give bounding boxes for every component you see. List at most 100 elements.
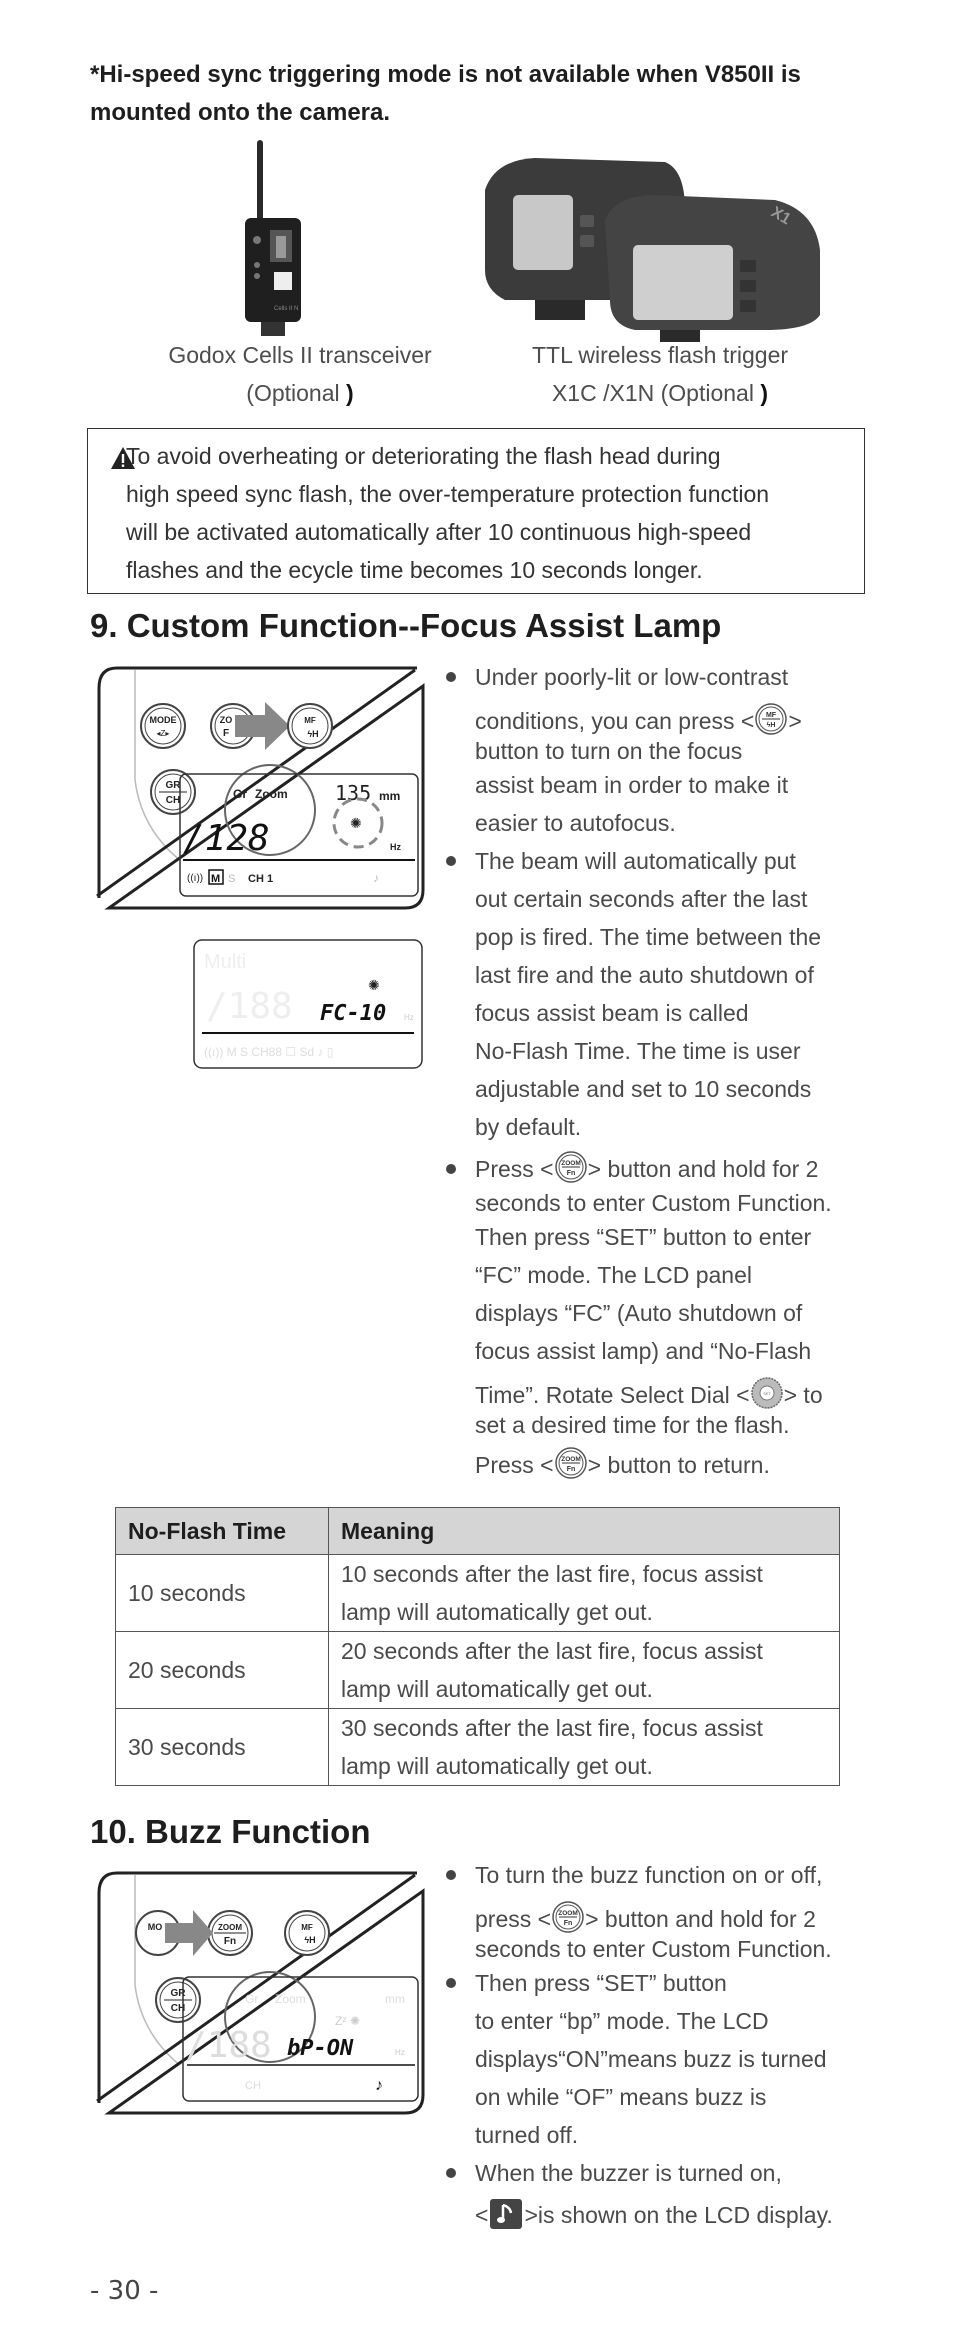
bullet-line: Time”. Rotate Select Dial < SET > to: [475, 1376, 890, 1414]
select-dial-icon: SET: [750, 1377, 783, 1409]
bullet-line: The beam will automatically put: [475, 848, 796, 874]
svg-text:MO: MO: [148, 1922, 163, 1932]
bullet-item: To turn the buzz function on or off, pre…: [440, 1856, 890, 1964]
svg-text:♪: ♪: [373, 871, 379, 885]
svg-text:Fn: Fn: [566, 1170, 575, 1177]
bullet-line: Under poorly-lit or low-contrast: [475, 664, 789, 690]
bullet-line: Then press “SET” button to enter: [475, 1224, 812, 1250]
lcd-fc-display: Multi /188 ✺ FC-10 Hz ((ı)) M S CH88 ☐ S…: [192, 938, 424, 1070]
no-flash-time-table: No-Flash Time Meaning 10 seconds 10 seco…: [115, 1507, 840, 1786]
bullet-line: adjustable and set to 10 seconds: [475, 1076, 812, 1102]
bullet-line: pop is fired. The time between the: [475, 924, 822, 950]
table-row: 30 seconds 30 seconds after the last fir…: [115, 1708, 840, 1786]
svg-text:1: 1: [267, 873, 273, 885]
svg-text:✺: ✺: [350, 815, 362, 831]
product-optional: X1C /X1N (Optional: [551, 380, 754, 406]
bullet-line: When the buzzer is turned on,: [475, 2160, 782, 2186]
bullet-line: focus assist lamp) and “No-Flash: [475, 1338, 812, 1364]
table-cell-meaning: 10 seconds after the last fire, focus as…: [328, 1554, 840, 1632]
svg-text:Zoom: Zoom: [255, 787, 288, 801]
product-name: Godox Cells II transceiver: [168, 342, 432, 368]
bullet-line: easier to autofocus.: [475, 810, 676, 836]
bullet-item: Then press “SET” button to enter “bp” mo…: [440, 1964, 890, 2154]
table-cell-meaning: 30 seconds after the last fire, focus as…: [328, 1708, 840, 1786]
svg-text:mm: mm: [379, 789, 400, 803]
svg-text:Gr: Gr: [233, 787, 247, 801]
gr-ch-button-graphic: GR CH: [155, 1977, 201, 2023]
mode-button-graphic: MODE ◂Z▸: [140, 703, 186, 749]
buzz-control-diagram: MO ZOOM Fn MF ϟH GR CH Gr Zoom mm /188 Z…: [95, 1865, 425, 2115]
svg-text:mm: mm: [385, 1992, 405, 2006]
section-10-title: 10. Buzz Function: [90, 1813, 371, 1850]
hss-note: *Hi-speed sync triggering mode is not av…: [90, 61, 801, 126]
svg-text:GR: GR: [171, 1988, 187, 1999]
bullet-item: Press < ZOOM Fn > button and hold for 2 sec…: [440, 1150, 890, 1484]
svg-text:S: S: [228, 873, 235, 885]
bullet-line: “FC” mode. The LCD panel: [475, 1262, 752, 1288]
warning-triangle-icon: [110, 443, 136, 469]
paren: ): [346, 380, 354, 406]
cells-ii-image: Cells II N: [230, 140, 330, 340]
svg-text:ZOOM: ZOOM: [218, 1923, 242, 1932]
bullet-line: seconds to enter Custom Function.: [475, 1190, 832, 1216]
svg-text:Hz: Hz: [395, 2048, 405, 2057]
bullet-item: Under poorly-lit or low-contrast conditi…: [440, 658, 890, 842]
bullet-line: press < ZOOM Fn > button and hold for 2: [475, 1900, 890, 1938]
page-number: - 30 -: [90, 2276, 159, 2306]
svg-text:◂Z▸: ◂Z▸: [157, 729, 170, 738]
bullet-line: < >is shown on the LCD display.: [475, 2196, 890, 2234]
svg-text:MF: MF: [304, 716, 316, 725]
warning-line: flashes and the ecycle time becomes 10 s…: [126, 557, 703, 583]
svg-text:ϟH: ϟH: [304, 1935, 315, 1945]
svg-text:ZOOM: ZOOM: [561, 1456, 581, 1463]
section-9-title: 9. Custom Function--Focus Assist Lamp: [90, 607, 722, 644]
bullet-line: conditions, you can press < MF ϟH >: [475, 702, 890, 740]
svg-text:GR: GR: [166, 780, 182, 791]
svg-text:/128: /128: [183, 818, 270, 859]
svg-text:/188: /188: [185, 2025, 272, 2066]
svg-text:/188: /188: [206, 986, 293, 1027]
cells-ii-device-label: Cells II N: [274, 306, 298, 312]
x1-trigger-image: X1: [475, 150, 835, 345]
music-note-icon: ♪: [375, 2077, 383, 2094]
bullet-line: displays “FC” (Auto shutdown of: [475, 1300, 803, 1326]
svg-text:Gr: Gr: [245, 1992, 258, 2006]
bullet-line: out certain seconds after the last: [475, 886, 808, 912]
bullet-line: seconds to enter Custom Function.: [475, 1936, 832, 1962]
svg-text:MF: MF: [301, 1923, 313, 1932]
zoom-fn-button-icon: ZOOM Fn: [552, 1901, 584, 1933]
bullet-line: to enter “bp” mode. The LCD: [475, 2008, 769, 2034]
bullet-item: When the buzzer is turned on, < >is shown…: [440, 2154, 890, 2234]
lcd-readout: FC-10: [320, 1001, 386, 1026]
svg-text:Fn: Fn: [224, 1936, 236, 1947]
bullet-line: Then press “SET” button: [475, 1970, 727, 1996]
bullet-line: button to turn on the focus: [475, 738, 743, 764]
bullet-line: set a desired time for the flash.: [475, 1412, 790, 1438]
lcd-readout: bP-ON: [287, 2036, 354, 2061]
warning-line: will be activated automatically after 10…: [126, 519, 752, 545]
bullet-line: assist beam in order to make it: [475, 772, 789, 798]
bullet-line: by default.: [475, 1114, 582, 1140]
product-optional: (Optional: [246, 380, 340, 406]
bullet-line: To turn the buzz function on or off,: [475, 1862, 823, 1888]
bullet-line: on while “OF” means buzz is: [475, 2084, 767, 2110]
warning-line: To avoid overheating or deteriorating th…: [126, 443, 721, 469]
table-cell-meaning: 20 seconds after the last fire, focus as…: [328, 1631, 840, 1709]
product-name: TTL wireless flash trigger: [531, 342, 789, 368]
gr-ch-button-graphic: GR CH: [150, 769, 196, 815]
svg-text:MF: MF: [766, 712, 777, 719]
product-caption-x1: TTL wireless flash trigger X1C /X1N (Opt…: [495, 336, 825, 412]
bullet-line: focus assist beam is called: [475, 1000, 749, 1026]
zoom-button-graphic: ZOOM Fn: [207, 1910, 253, 1956]
svg-text:Zoom: Zoom: [275, 1992, 306, 2006]
table-cell-time: 20 seconds: [115, 1631, 329, 1709]
zoom-fn-button-icon: ZOOM Fn: [554, 1447, 587, 1479]
svg-text:ZOOM: ZOOM: [558, 1910, 578, 1917]
bullet-item: The beam will automatically put out cert…: [440, 842, 890, 1146]
column-header: Meaning: [328, 1507, 840, 1555]
svg-text:SET: SET: [763, 1391, 771, 1396]
svg-text:((ı)) M S CH88 ☐ Sd ♪ ▯: ((ı)) M S CH88 ☐ Sd ♪ ▯: [204, 1045, 333, 1059]
zoom-fn-button-icon: ZOOM Fn: [554, 1151, 587, 1183]
warning-line: high speed sync flash, the over-temperat…: [126, 481, 770, 507]
bullet-line: last fire and the auto shutdown of: [475, 962, 814, 988]
